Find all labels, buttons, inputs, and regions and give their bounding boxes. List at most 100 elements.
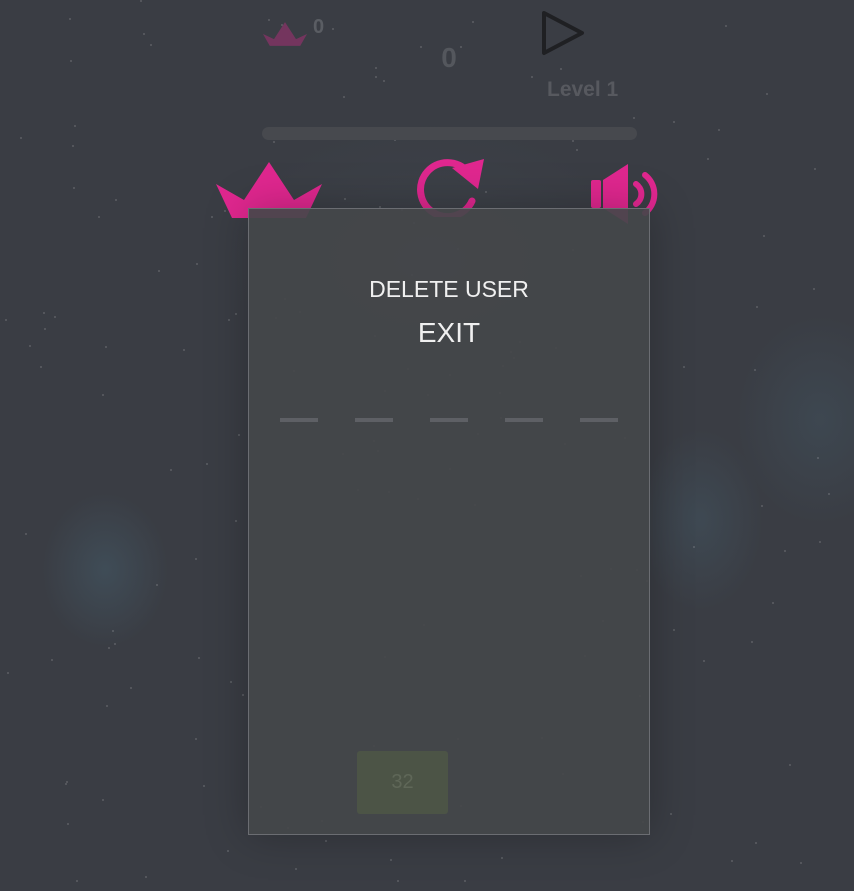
star-particle: [140, 0, 142, 2]
star-particle: [813, 288, 815, 290]
star-particle: [763, 235, 765, 237]
star-particle: [784, 550, 786, 552]
star-particle: [211, 216, 213, 218]
letter-slot: [280, 418, 318, 422]
star-particle: [383, 80, 385, 82]
star-particle: [817, 457, 819, 459]
star-particle: [206, 463, 208, 465]
star-particle: [203, 785, 205, 787]
star-particle: [819, 541, 821, 543]
letter-slot: [580, 418, 618, 422]
star-particle: [560, 68, 562, 70]
star-particle: [273, 141, 275, 143]
star-particle: [751, 641, 753, 643]
star-particle: [73, 187, 75, 189]
star-particle: [43, 312, 45, 314]
star-particle: [40, 366, 42, 368]
star-particle: [397, 880, 399, 882]
star-particle: [70, 60, 72, 62]
star-particle: [718, 129, 720, 131]
level-progress-bar: [262, 127, 637, 140]
star-particle: [789, 764, 791, 766]
star-particle: [230, 681, 232, 683]
star-particle: [108, 647, 110, 649]
star-particle: [707, 158, 709, 160]
star-particle: [390, 859, 392, 861]
star-particle: [472, 21, 474, 23]
star-particle: [158, 270, 160, 272]
star-particle: [800, 862, 802, 864]
star-particle: [105, 346, 107, 348]
star-particle: [5, 319, 7, 321]
star-particle: [325, 840, 327, 842]
star-particle: [572, 140, 574, 142]
star-particle: [98, 216, 100, 218]
star-particle: [725, 25, 727, 27]
star-particle: [196, 263, 198, 265]
delete-user-button[interactable]: DELETE USER: [249, 276, 649, 303]
star-particle: [170, 469, 172, 471]
star-particle: [531, 76, 533, 78]
star-particle: [198, 657, 200, 659]
star-particle: [731, 860, 733, 862]
star-particle: [420, 46, 422, 48]
menu-panel: DELETE USER EXIT 32: [248, 208, 650, 835]
star-particle: [195, 738, 197, 740]
star-particle: [44, 328, 46, 330]
star-particle: [814, 168, 816, 170]
star-particle: [130, 687, 132, 689]
star-particle: [106, 705, 108, 707]
letter-slot: [355, 418, 393, 422]
star-particle: [183, 349, 185, 351]
star-particle: [235, 313, 237, 315]
star-particle: [112, 630, 114, 632]
letter-slot: [505, 418, 543, 422]
star-particle: [703, 660, 705, 662]
star-particle: [375, 76, 377, 78]
star-particle: [115, 199, 117, 201]
star-particle: [238, 434, 240, 436]
current-score: 0: [441, 42, 457, 73]
star-particle: [828, 493, 830, 495]
star-particle: [295, 868, 297, 870]
star-particle: [754, 369, 756, 371]
star-particle: [235, 520, 237, 522]
star-particle: [332, 28, 334, 30]
best-score-crown-icon: [263, 22, 307, 46]
star-particle: [76, 880, 78, 882]
star-particle: [673, 121, 675, 123]
star-particle: [227, 850, 229, 852]
star-particle: [464, 880, 466, 882]
star-particle: [29, 345, 31, 347]
star-particle: [114, 643, 116, 645]
star-particle: [633, 117, 635, 119]
star-particle: [102, 394, 104, 396]
star-particle: [54, 316, 56, 318]
star-particle: [102, 799, 104, 801]
star-particle: [156, 584, 158, 586]
star-particle: [65, 783, 67, 785]
star-particle: [343, 96, 345, 98]
star-particle: [143, 33, 145, 35]
star-particle: [72, 145, 74, 147]
star-particle: [150, 44, 152, 46]
star-particle: [344, 198, 346, 200]
star-particle: [51, 659, 53, 661]
play-icon[interactable]: [540, 10, 586, 56]
star-particle: [145, 876, 147, 878]
star-particle: [693, 546, 695, 548]
letter-slots: [280, 418, 620, 422]
star-particle: [67, 823, 69, 825]
level-label: Level 1: [547, 78, 619, 101]
star-particle: [228, 319, 230, 321]
star-particle: [772, 602, 774, 604]
star-particle: [375, 67, 377, 69]
number-tile[interactable]: 32: [357, 751, 448, 814]
star-particle: [501, 857, 503, 859]
star-particle: [25, 533, 27, 535]
star-particle: [69, 18, 71, 20]
star-particle: [756, 306, 758, 308]
star-particle: [195, 558, 197, 560]
star-particle: [670, 813, 672, 815]
exit-button[interactable]: EXIT: [249, 317, 649, 349]
